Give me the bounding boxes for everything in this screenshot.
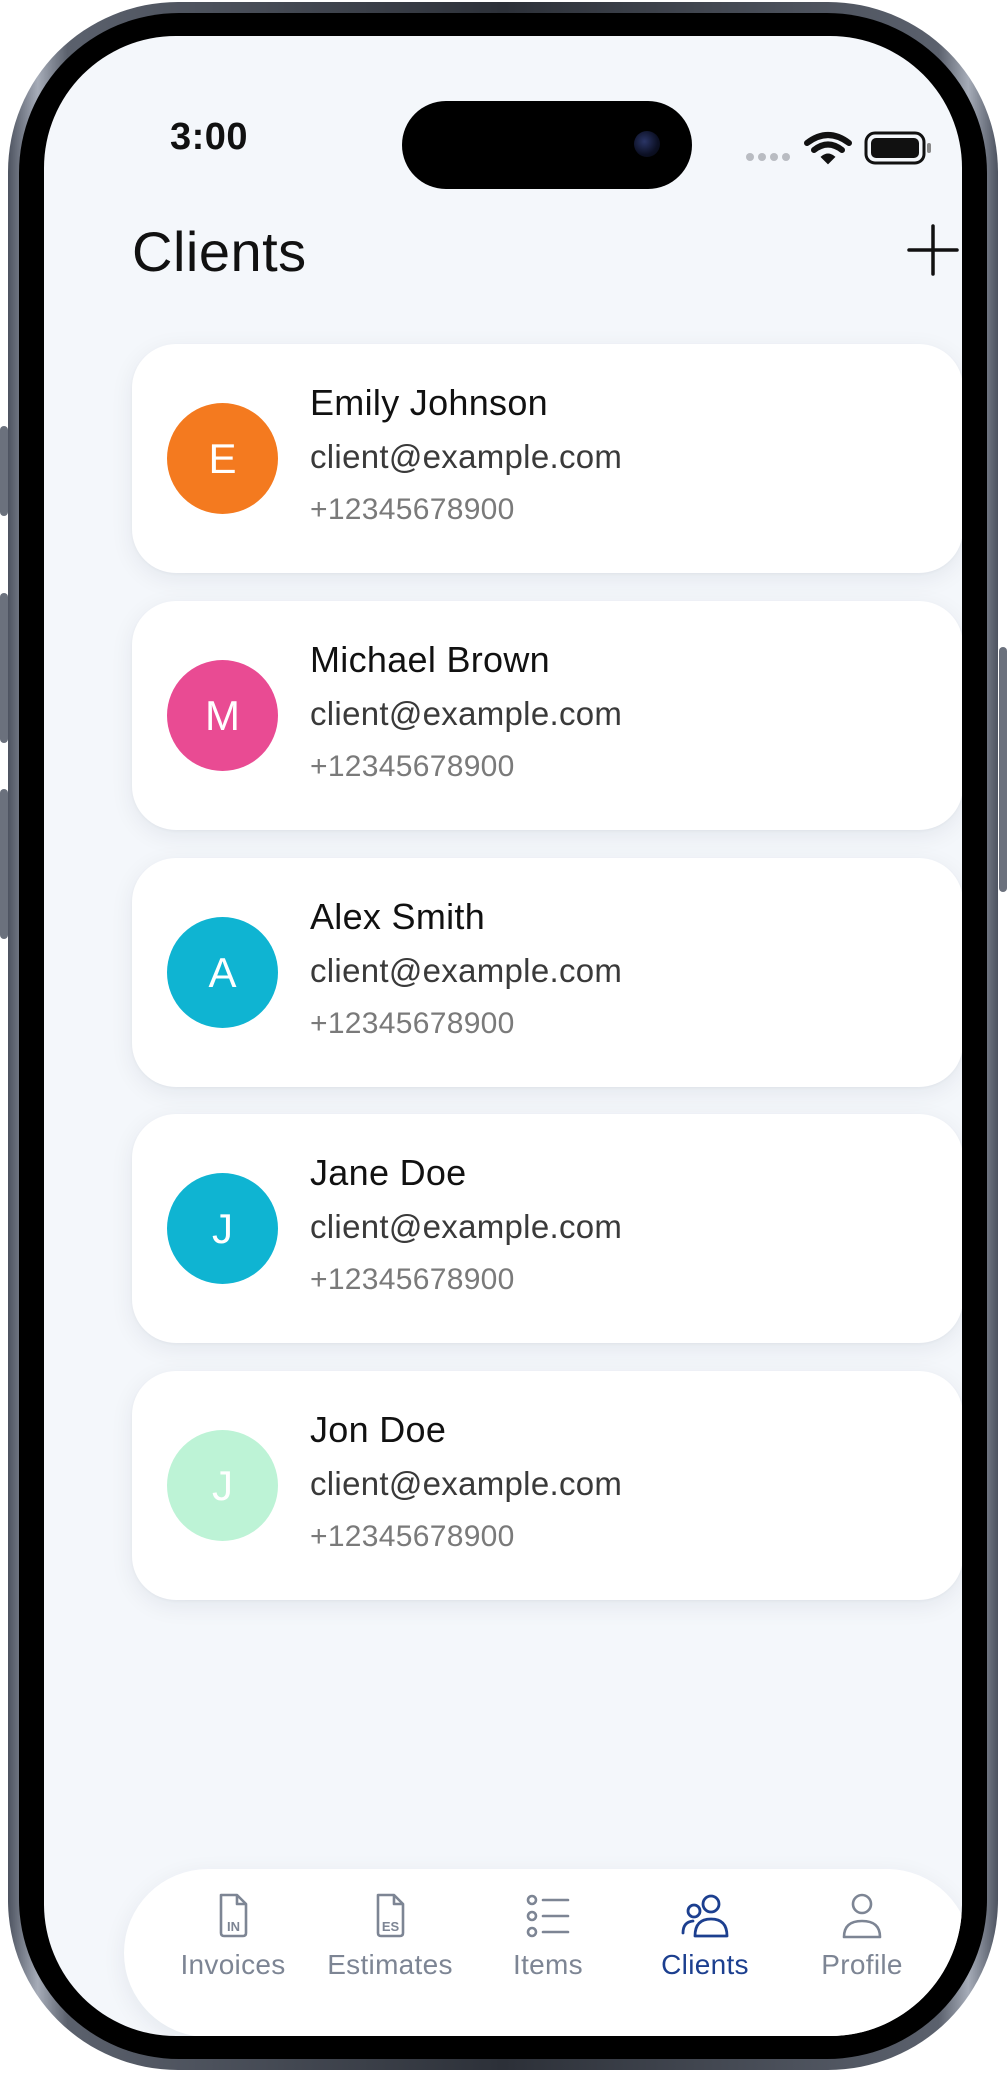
power-button (999, 647, 1007, 892)
tab-label: Invoices (180, 1949, 286, 1980)
battery-icon (864, 131, 931, 165)
client-name: Emily Johnson (310, 382, 549, 423)
camera-icon (634, 131, 660, 157)
svg-text:ES: ES (382, 1919, 400, 1934)
client-email: client@example.com (310, 438, 623, 475)
tab-estimates[interactable]: ES Estimates (315, 1891, 465, 2015)
tab-invoices[interactable]: IN Invoices (158, 1891, 308, 2015)
estimate-doc-icon: ES (376, 1893, 405, 1938)
avatar: E (167, 403, 278, 514)
status-time: 3:00 (170, 116, 249, 158)
client-name: Jon Doe (310, 1409, 447, 1450)
client-phone: +12345678900 (310, 493, 515, 526)
avatar: J (167, 1173, 278, 1284)
tab-label: Profile (821, 1949, 903, 1980)
client-phone: +12345678900 (310, 1520, 515, 1553)
invoice-doc-icon: IN (219, 1893, 248, 1938)
status-icons (744, 131, 939, 172)
client-card[interactable]: M Michael Brown client@example.com +1234… (132, 601, 962, 830)
avatar: J (167, 1430, 278, 1541)
client-phone: +12345678900 (310, 750, 515, 783)
tab-label: Estimates (327, 1949, 453, 1980)
client-email: client@example.com (310, 695, 623, 732)
client-card[interactable]: A Alex Smith client@example.com +1234567… (132, 858, 962, 1087)
screen: 3:00 Clients E Emily Johnson client@exam… (44, 36, 962, 2036)
tab-label: Items (513, 1949, 583, 1980)
client-phone: +12345678900 (310, 1263, 515, 1296)
tab-profile[interactable]: Profile (787, 1891, 937, 2015)
list-icon (526, 1894, 570, 1938)
tab-clients[interactable]: Clients (630, 1891, 780, 2015)
tab-bar: IN Invoices ES Estimates Items Clients P… (124, 1869, 962, 2036)
client-email: client@example.com (310, 952, 623, 989)
client-name: Jane Doe (310, 1152, 467, 1193)
dynamic-island (402, 101, 692, 189)
client-name: Michael Brown (310, 639, 550, 680)
users-icon (681, 1894, 729, 1938)
client-phone: +12345678900 (310, 1007, 515, 1040)
client-card[interactable]: J Jon Doe client@example.com +1234567890… (132, 1371, 962, 1600)
volume-up-button (0, 593, 8, 743)
page-title: Clients (132, 220, 307, 283)
add-client-button[interactable] (906, 223, 960, 277)
client-card[interactable]: J Jane Doe client@example.com +123456789… (132, 1114, 962, 1343)
client-card[interactable]: E Emily Johnson client@example.com +1234… (132, 344, 962, 573)
client-email: client@example.com (310, 1208, 623, 1245)
tab-label: Clients (661, 1949, 749, 1980)
tab-items[interactable]: Items (473, 1891, 623, 2015)
client-email: client@example.com (310, 1465, 623, 1502)
avatar: A (167, 917, 278, 1028)
avatar: M (167, 660, 278, 771)
user-icon (842, 1893, 882, 1939)
cellular-signal-icon (746, 153, 790, 161)
svg-text:IN: IN (227, 1919, 240, 1934)
wifi-icon (804, 132, 852, 165)
client-name: Alex Smith (310, 896, 486, 937)
action-button (0, 426, 8, 516)
volume-down-button (0, 789, 8, 939)
plus-icon (907, 224, 959, 276)
